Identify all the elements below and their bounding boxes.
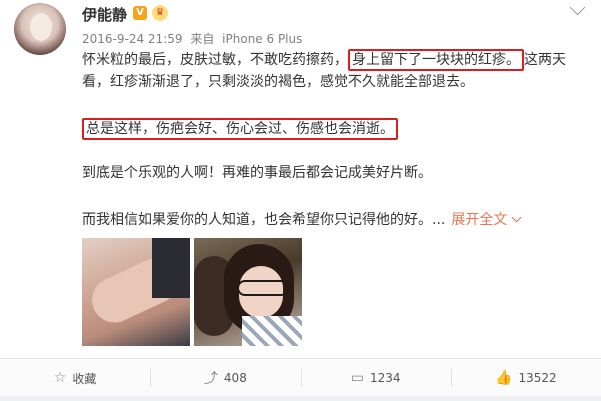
post-paragraph: 到底是个乐观的人啊！再难的事最后都会记成美好片断。 (82, 165, 432, 181)
star-icon: ☆ (53, 370, 67, 386)
comment-icon: ▭ (350, 370, 364, 386)
comment-button[interactable]: ▭ 1234 (300, 359, 451, 397)
paragraph-text: 怀米粒的最后，皮肤过敏，不敢吃药擦药， (82, 52, 348, 68)
photo-content (237, 280, 289, 296)
photo-content (152, 238, 190, 298)
post-photo[interactable] (82, 238, 190, 346)
like-count: 13522 (518, 371, 557, 385)
expand-full-text-link[interactable]: 展开全文 (451, 212, 507, 228)
post-meta: 2016-9-24 21:59 来自 iPhone 6 Plus (82, 30, 306, 47)
crown-icon: ♛ (152, 5, 168, 21)
repost-count: 408 (223, 371, 247, 385)
avatar-face (30, 13, 52, 41)
weibo-post-card: 伊能静 V ♛ 2016-9-24 21:59 来自 iPhone 6 Plus… (0, 0, 601, 401)
post-time[interactable]: 2016-9-24 21:59 (82, 32, 183, 46)
post-paragraph: 总是这样，伤疤会好、伤心会过、伤感也会消逝。 (82, 118, 582, 140)
favorite-button[interactable]: ☆ 收藏 (0, 359, 150, 397)
photo-content (242, 316, 302, 346)
action-bar: ☆ 收藏 ⤴ 408 ▭ 1234 👍 13522 (0, 358, 601, 397)
bottom-divider (0, 396, 601, 401)
chevron-down-icon[interactable] (569, 0, 586, 16)
comment-count: 1234 (369, 371, 401, 385)
favorite-label: 收藏 (72, 371, 97, 386)
highlight-box: 总是这样，伤疤会好、伤心会过、伤感也会消逝。 (82, 118, 398, 140)
user-avatar[interactable] (14, 3, 66, 55)
post-photo[interactable] (194, 238, 302, 346)
post-from: 来自 (190, 32, 215, 46)
repost-button[interactable]: ⤴ 408 (150, 359, 300, 397)
post-device[interactable]: iPhone 6 Plus (222, 32, 302, 46)
paragraph-text: 而我相信如果爱你的人知道，也会希望你只记得他的好。... (82, 212, 446, 228)
user-name[interactable]: 伊能静 (82, 4, 127, 25)
thumbs-up-icon: 👍 (495, 370, 513, 386)
chevron-down-icon[interactable] (511, 212, 522, 223)
post-paragraph: 而我相信如果爱你的人知道，也会希望你只记得他的好。... 展开全文 (82, 209, 582, 231)
repost-icon: ⤴ (203, 371, 218, 387)
post-paragraph: 怀米粒的最后，皮肤过敏，不敢吃药擦药， 身上留下了一块块的红疹。 这两天看，红疹渐渐… (82, 49, 582, 93)
like-button[interactable]: 👍 13522 (450, 359, 601, 397)
verified-badge: V (133, 6, 147, 20)
highlight-box: 身上留下了一块块的红疹。 (348, 49, 524, 71)
